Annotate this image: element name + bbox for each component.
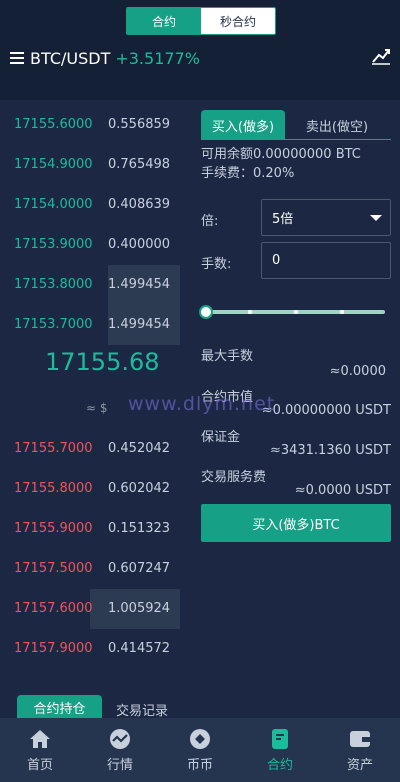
order-quantity: 0.607247 — [108, 561, 171, 576]
bottom-nav: 首页 行情 币币 合约 资产 — [0, 718, 400, 782]
max-lots-value: ≈0.0000 — [329, 364, 386, 379]
order-price: 17157.6000 — [14, 601, 93, 616]
nav-label: 首页 — [26, 758, 53, 773]
order-book-row[interactable]: 17155.8000 0.602042 — [0, 479, 190, 499]
mode-tab-second-contract[interactable]: 秒合约 — [201, 8, 275, 34]
service-fee-value: ≈0.0000 USDT — [294, 483, 391, 498]
order-book-row[interactable]: 17157.5000 0.607247 — [0, 559, 190, 579]
pair-change: +3.5177% — [115, 48, 200, 68]
lots-input[interactable]: 0 — [261, 242, 391, 279]
order-quantity: 0.414572 — [108, 641, 171, 656]
nav-item-contract[interactable]: 合约 — [240, 718, 320, 782]
order-quantity: 1.499454 — [108, 317, 171, 332]
max-lots-label: 最大手数 — [201, 349, 254, 364]
pair-selector[interactable]: BTC/USDT +3.5177% — [10, 47, 200, 69]
tab-sell-short[interactable]: 卖出(做空) — [287, 110, 387, 140]
slider-dot — [340, 310, 344, 314]
last-price-usd: ≈ $ — [86, 401, 108, 415]
menu-icon[interactable] — [10, 52, 24, 64]
tab-buy-long[interactable]: 买入(做多) — [201, 110, 285, 140]
lots-label: 手数: — [201, 257, 232, 272]
order-book-row[interactable]: 17155.7000 0.452042 — [0, 439, 190, 459]
tab-trade-history[interactable]: 交易记录 — [116, 700, 168, 719]
order-book-row[interactable]: 17153.7000 1.499454 — [0, 305, 190, 345]
nav-label: 币币 — [186, 758, 213, 773]
order-book-row[interactable]: 17154.9000 0.765498 — [0, 155, 190, 175]
order-quantity: 1.005924 — [108, 601, 171, 616]
order-quantity: 0.602042 — [108, 481, 171, 496]
mode-tab-contract[interactable]: 合约 — [127, 8, 201, 34]
margin-value: ≈3431.1360 USDT — [269, 443, 391, 458]
nav-label: 行情 — [106, 758, 133, 773]
order-quantity: 0.452042 — [108, 441, 171, 456]
trade-side-tabs: 买入(做多) 卖出(做空) — [201, 110, 391, 140]
nav-item-assets[interactable]: 资产 — [320, 718, 400, 782]
chart-icon[interactable] — [371, 47, 391, 65]
order-price: 17155.6000 — [14, 117, 93, 132]
order-price: 17157.5000 — [14, 561, 93, 576]
slider-dot — [248, 310, 252, 314]
pair-name: BTC/USDT — [30, 48, 111, 68]
order-quantity: 1.499454 — [108, 277, 171, 292]
order-quantity: 0.151323 — [108, 521, 171, 536]
order-price: 17155.9000 — [14, 521, 93, 536]
nav-item-market[interactable]: 行情 — [80, 718, 160, 782]
coin-icon — [190, 729, 210, 749]
leverage-value: 5倍 — [272, 212, 294, 227]
order-price: 17157.9000 — [14, 641, 93, 656]
order-book-row[interactable]: 17155.9000 0.151323 — [0, 519, 190, 539]
mode-switch: 合约 秒合约 — [126, 7, 276, 35]
tab-positions[interactable]: 合约持仓 — [17, 695, 102, 719]
nav-item-coin[interactable]: 币币 — [160, 718, 240, 782]
contract-icon — [272, 729, 288, 749]
order-book-row[interactable]: 17153.9000 0.400000 — [0, 235, 190, 255]
last-price: 17155.68 — [45, 348, 160, 376]
order-book-row[interactable]: 17154.0000 0.408639 — [0, 195, 190, 215]
order-quantity: 0.400000 — [108, 237, 171, 252]
available-balance: 可用余额0.00000000 BTC — [201, 147, 361, 162]
home-icon — [30, 730, 50, 748]
nav-label: 资产 — [346, 758, 373, 773]
nav-item-home[interactable]: 首页 — [0, 718, 80, 782]
wallet-icon — [350, 731, 370, 747]
chevron-down-icon — [370, 215, 382, 221]
market-icon — [110, 729, 130, 749]
order-price: 17154.9000 — [14, 157, 93, 172]
order-quantity: 0.408639 — [108, 197, 171, 212]
order-price: 17153.8000 — [14, 277, 93, 292]
leverage-select[interactable]: 5倍 — [261, 199, 391, 236]
order-price: 17153.7000 — [14, 317, 93, 332]
order-price: 17153.9000 — [14, 237, 93, 252]
order-price: 17154.0000 — [14, 197, 93, 212]
buy-long-button[interactable]: 买入(做多)BTC — [201, 504, 391, 542]
order-price: 17155.8000 — [14, 481, 93, 496]
watermark: www.dlym.net — [128, 393, 276, 415]
position-tabs: 合约持仓 交易记录 — [0, 690, 400, 720]
lots-slider-handle[interactable] — [199, 305, 213, 319]
nav-label: 合约 — [266, 758, 293, 773]
order-book-row[interactable]: 17153.8000 1.499454 — [0, 265, 190, 305]
order-book-row[interactable]: 17155.6000 0.556859 — [0, 115, 190, 135]
order-quantity: 0.765498 — [108, 157, 171, 172]
order-book-row[interactable]: 17157.9000 0.414572 — [0, 639, 190, 659]
order-price: 17155.7000 — [14, 441, 93, 456]
order-book-row[interactable]: 17157.6000 1.005924 — [0, 589, 190, 629]
fee-rate: 手续费：0.20% — [201, 166, 295, 181]
slider-dot — [294, 310, 298, 314]
leverage-label: 倍: — [201, 214, 219, 229]
order-quantity: 0.556859 — [108, 117, 171, 132]
lots-value: 0 — [272, 253, 281, 268]
